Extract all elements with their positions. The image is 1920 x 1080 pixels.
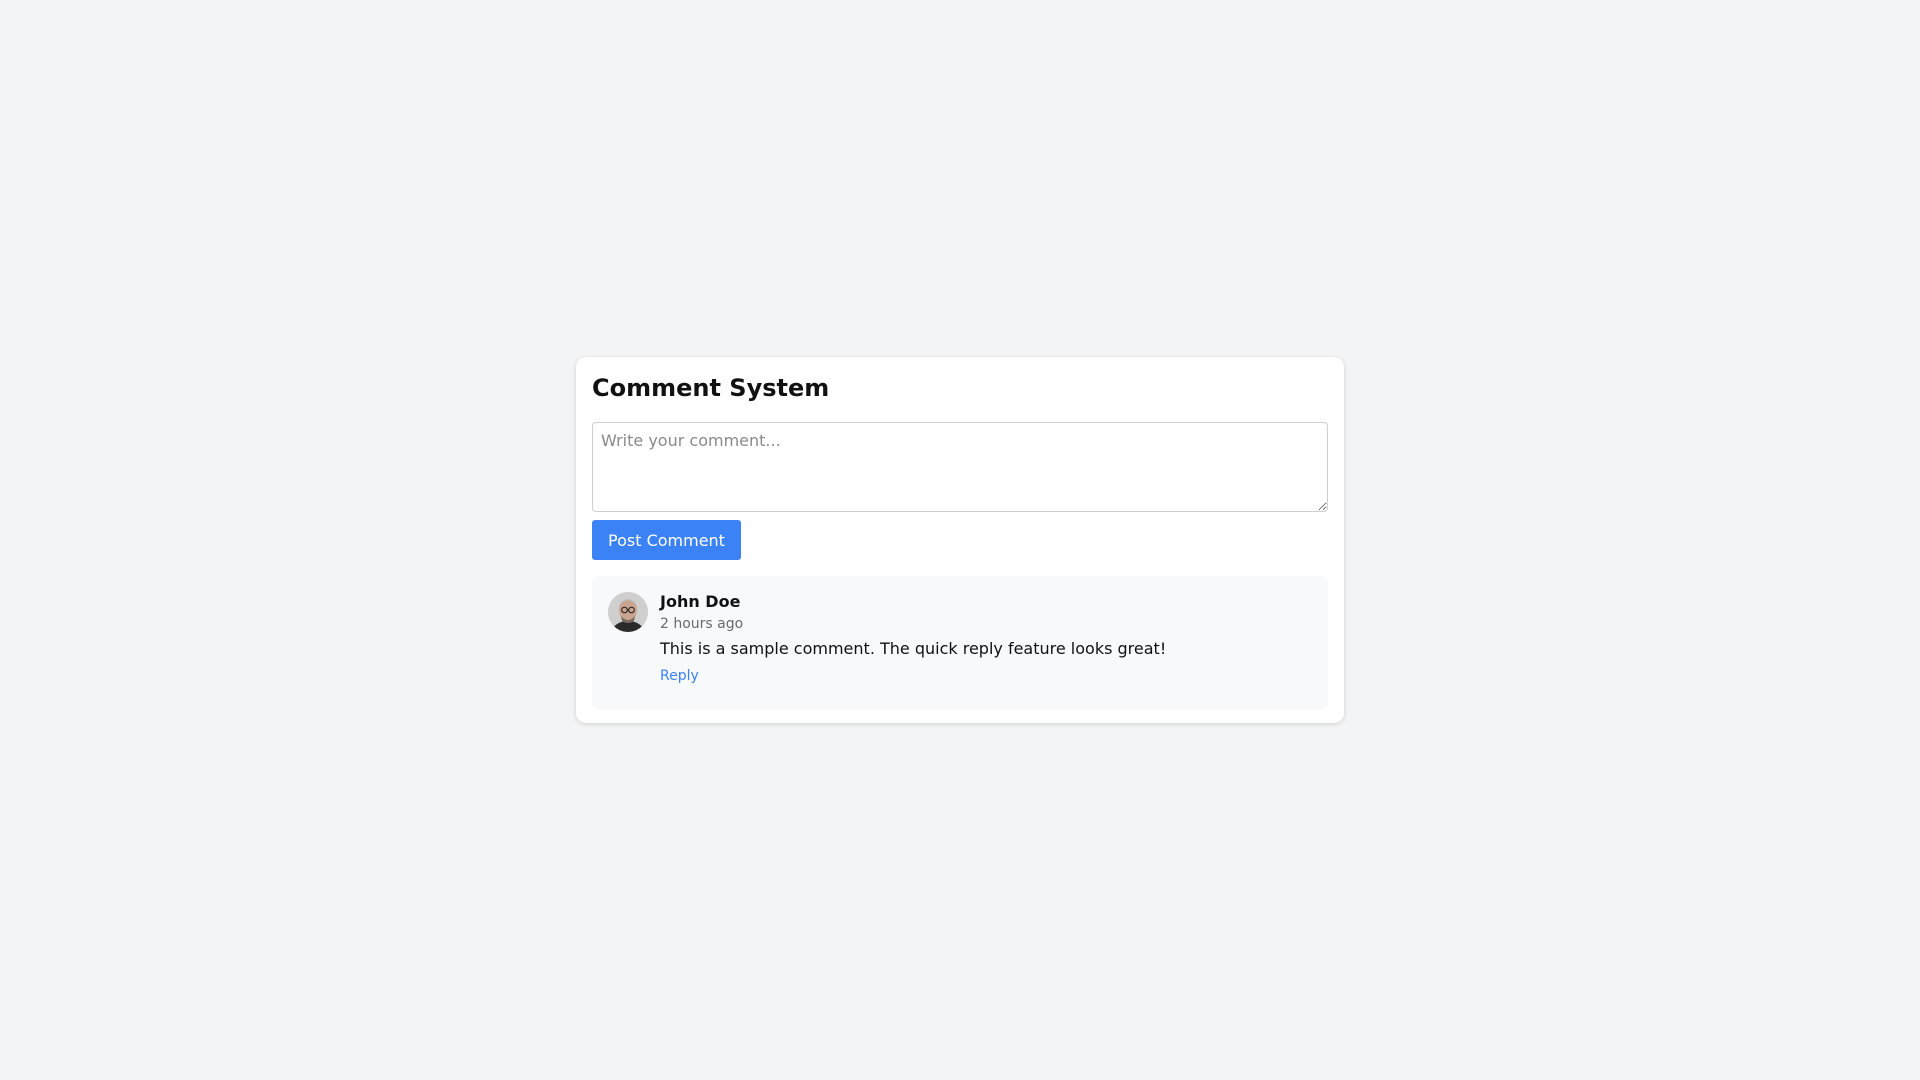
page: Comment System Post Comment John Doe 2 h (0, 0, 1920, 1080)
post-comment-button[interactable]: Post Comment (592, 520, 741, 560)
comment-body: John Doe 2 hours ago This is a sample co… (660, 592, 1312, 693)
reply-link[interactable]: Reply (660, 668, 699, 684)
comment-text: This is a sample comment. The quick repl… (660, 639, 1167, 658)
avatar[interactable] (608, 592, 648, 632)
comment-item: John Doe 2 hours ago This is a sample co… (592, 576, 1328, 709)
page-title: Comment System (592, 374, 830, 402)
comment-textarea[interactable] (592, 422, 1328, 512)
comment-author: John Doe (660, 592, 741, 611)
comment-card: Comment System Post Comment John Doe 2 h (576, 357, 1344, 723)
comment-timestamp: 2 hours ago (660, 616, 744, 632)
user-avatar-icon (608, 592, 648, 632)
